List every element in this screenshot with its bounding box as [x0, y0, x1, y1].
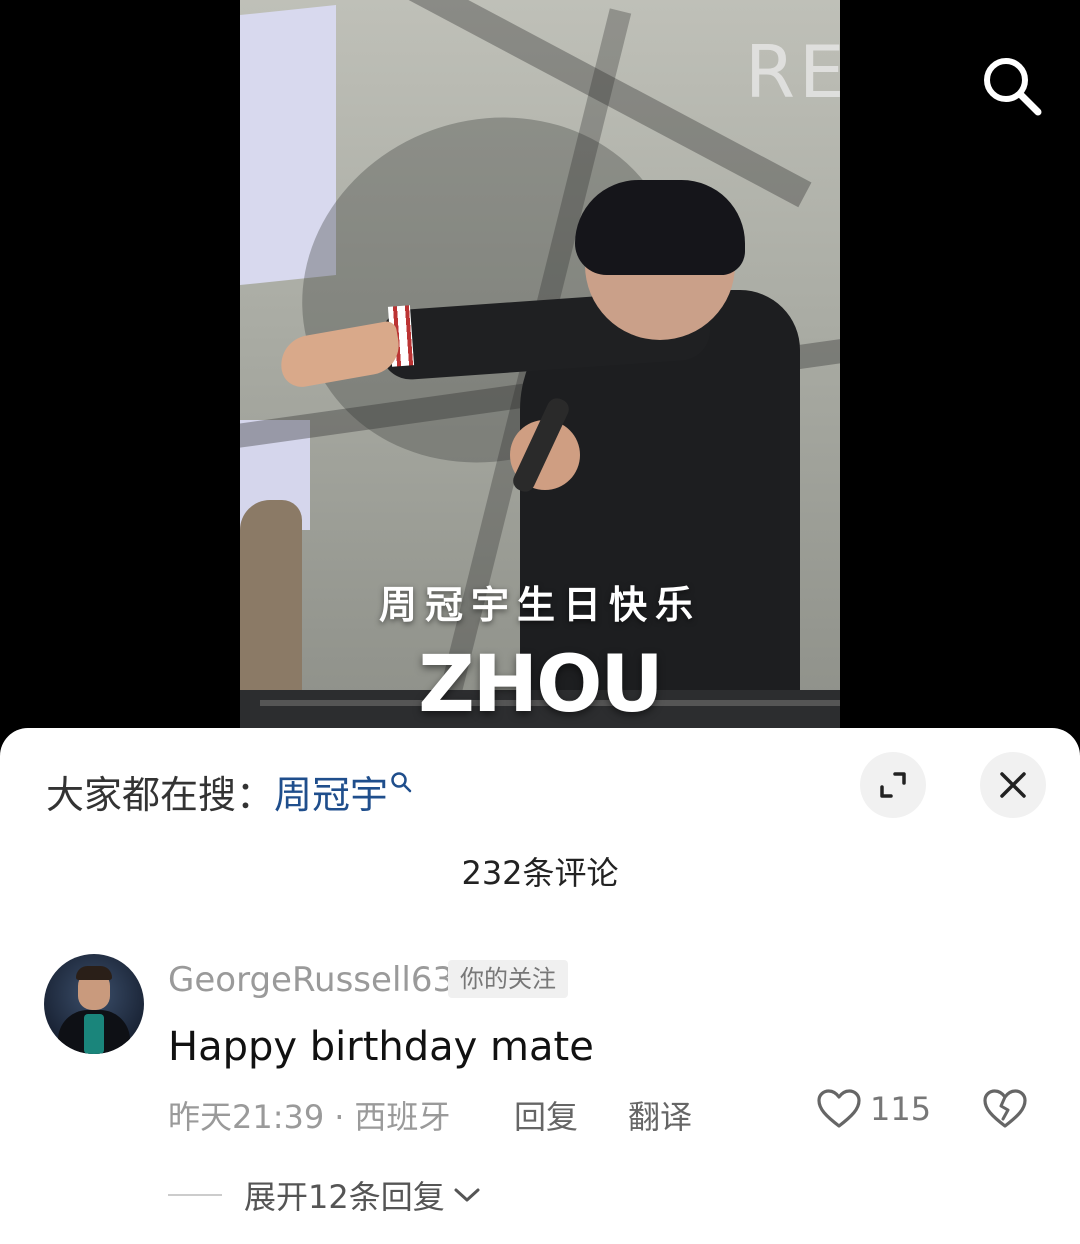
expand-icon	[880, 772, 906, 798]
comment-meta: 昨天21:39 · 西班牙	[168, 1092, 450, 1138]
dislike-button[interactable]	[982, 1088, 1028, 1134]
heart-icon	[817, 1089, 861, 1128]
video-logo-text: ZHOU	[418, 640, 663, 730]
search-icon	[984, 58, 1042, 116]
close-icon	[1000, 772, 1026, 798]
trending-search: 大家都在搜：周冠宇	[46, 764, 412, 819]
comment-count: 232条评论	[461, 854, 619, 892]
video-frame[interactable]: RE 周冠宇生日快乐 ZHOU	[240, 0, 840, 740]
search-button[interactable]	[980, 54, 1044, 118]
meta-separator: ·	[334, 1098, 345, 1136]
comment-text: Happy birthday mate	[168, 1024, 594, 1070]
comment-location: 西班牙	[354, 1098, 451, 1136]
translate-button[interactable]: 翻译	[628, 1092, 692, 1138]
search-small-icon[interactable]	[390, 760, 412, 804]
chevron-down-icon	[454, 1188, 480, 1202]
reply-button[interactable]: 回复	[514, 1092, 578, 1138]
following-badge: 你的关注	[448, 960, 568, 998]
like-button[interactable]: 115	[816, 1088, 931, 1130]
avatar[interactable]	[44, 954, 144, 1054]
divider-line	[168, 1194, 222, 1196]
comment-time: 昨天21:39	[168, 1098, 325, 1136]
expand-replies-label: 展开12条回复	[244, 1178, 445, 1216]
like-count: 115	[870, 1090, 932, 1128]
trending-term-link[interactable]: 周冠宇	[274, 773, 388, 817]
expand-replies-button[interactable]: 展开12条回复	[168, 1172, 481, 1218]
expand-button[interactable]	[860, 752, 926, 818]
video-caption: 周冠宇生日快乐	[378, 583, 701, 627]
comment-sheet: 大家都在搜：周冠宇 232条评论 GeorgeRussell63 你的关注 Ha…	[0, 728, 1080, 1244]
avatar-hair	[76, 966, 112, 980]
avatar-detail	[84, 1014, 104, 1054]
broken-heart-icon	[983, 1089, 1027, 1128]
comment-item: GeorgeRussell63 你的关注 Happy birthday mate…	[0, 954, 1080, 1244]
person-hair	[575, 180, 745, 275]
background-sign: RE	[745, 30, 840, 114]
video-player[interactable]: RE 周冠宇生日快乐 ZHOU	[0, 0, 1080, 740]
close-button[interactable]	[980, 752, 1046, 818]
trending-prefix: 大家都在搜：	[46, 773, 275, 817]
comment-username[interactable]: GeorgeRussell63	[168, 960, 454, 1000]
